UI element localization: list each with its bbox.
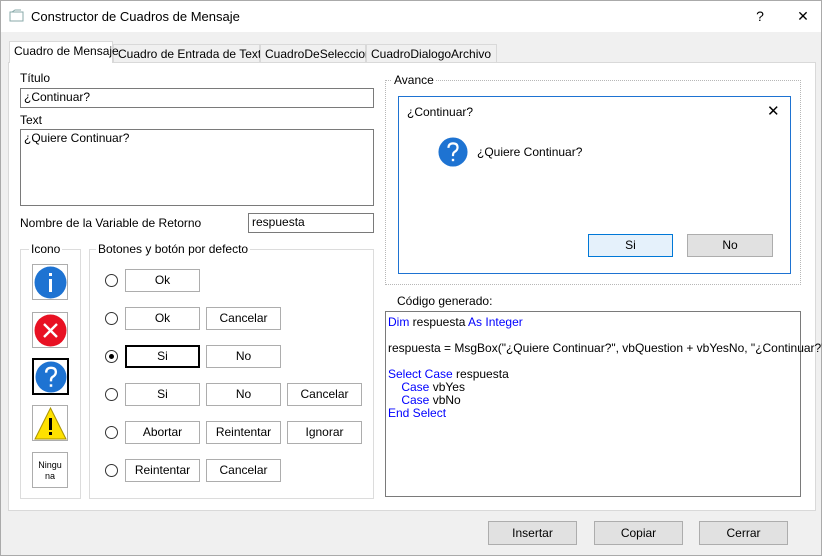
- code-text: vbYes: [429, 380, 465, 394]
- copy-button[interactable]: Copiar: [594, 521, 683, 545]
- title-bar: Constructor de Cuadros de Mensaje ? ✕: [1, 1, 821, 32]
- code-keyword: Case: [401, 393, 430, 407]
- icon-group-title: Icono: [29, 242, 63, 256]
- radio-ok-cancel[interactable]: [105, 312, 118, 325]
- option-button-ignore[interactable]: Ignorar: [287, 421, 362, 444]
- option-button-ok[interactable]: Ok: [125, 269, 200, 292]
- code-line: Case vbNo: [388, 394, 798, 407]
- code-keyword: Dim: [388, 315, 410, 329]
- help-button[interactable]: ?: [740, 1, 780, 32]
- option-button-retry[interactable]: Reintentar: [206, 421, 281, 444]
- return-var-label: Nombre de la Variable de Retorno: [20, 216, 202, 230]
- tab-cuadro-dialogo-archivo[interactable]: CuadroDialogoArchivo: [366, 44, 497, 63]
- tab-cuadro-entrada-texto[interactable]: Cuadro de Entrada de Texto: [113, 44, 268, 63]
- preview-yes-button: Si: [588, 234, 673, 257]
- radio-ok[interactable]: [105, 274, 118, 287]
- code-text: respuesta: [409, 315, 469, 329]
- preview-no-button: No: [687, 234, 773, 257]
- code-line: Dim respuesta As Integer: [388, 316, 798, 329]
- code-text: respuesta = MsgBox("¿Quiere Continuar?",…: [388, 341, 822, 355]
- app-icon: [9, 9, 24, 22]
- exclamation-icon: [34, 407, 67, 440]
- radio-retry-cancel[interactable]: [105, 464, 118, 477]
- code-line: respuesta = MsgBox("¿Quiere Continuar?",…: [388, 342, 822, 355]
- option-button-no[interactable]: No: [206, 345, 281, 368]
- radio-yes-no-cancel[interactable]: [105, 388, 118, 401]
- option-button-yes[interactable]: Si: [125, 383, 200, 406]
- option-button-abort[interactable]: Abortar: [125, 421, 200, 444]
- preview-message: ¿Quiere Continuar?: [477, 145, 583, 159]
- option-button-cancel[interactable]: Cancelar: [206, 459, 281, 482]
- critical-icon: [34, 314, 67, 347]
- icon-option-question[interactable]: [32, 358, 69, 395]
- code-line: End Select: [388, 407, 798, 420]
- insert-button[interactable]: Insertar: [488, 521, 577, 545]
- preview-group-title: Avance: [392, 73, 436, 87]
- close-window-button[interactable]: ✕: [783, 1, 822, 32]
- option-button-cancel[interactable]: Cancelar: [287, 383, 362, 406]
- code-keyword: Select Case: [388, 367, 453, 381]
- radio-abort-retry-ignore[interactable]: [105, 426, 118, 439]
- option-button-no[interactable]: No: [206, 383, 281, 406]
- preview-dialog: ¿Continuar? ✕ ¿Quiere Continuar? Si No: [398, 96, 791, 274]
- text-label: Text: [20, 113, 43, 127]
- option-button-yes-default[interactable]: Si: [125, 345, 200, 368]
- question-icon: [35, 361, 67, 393]
- buttons-group-title: Botones y botón por defecto: [96, 242, 251, 256]
- icon-option-exclamation[interactable]: [32, 405, 68, 441]
- code-keyword: As Integer: [468, 315, 523, 329]
- icon-option-information[interactable]: [32, 264, 68, 300]
- close-button[interactable]: Cerrar: [699, 521, 788, 545]
- code-keyword: End Select: [388, 406, 447, 420]
- window-title: Constructor de Cuadros de Mensaje: [31, 9, 240, 24]
- icon-option-none[interactable]: Ningu na: [32, 452, 68, 488]
- text-input[interactable]: ¿Quiere Continuar?: [20, 129, 374, 206]
- main-window: Constructor de Cuadros de Mensaje ? ✕ Cu…: [0, 0, 822, 556]
- preview-close-icon: ✕: [767, 103, 780, 120]
- code-keyword: Case: [401, 380, 430, 394]
- return-var-input[interactable]: respuesta: [248, 213, 374, 233]
- code-text: respuesta: [452, 367, 509, 381]
- title-label: Título: [20, 71, 51, 85]
- title-input[interactable]: ¿Continuar?: [20, 88, 374, 108]
- tab-cuadro-de-seleccion[interactable]: CuadroDeSeleccion: [260, 44, 372, 63]
- generated-code-box[interactable]: Dim respuesta As Integer respuesta = MsgB…: [385, 311, 822, 497]
- preview-question-icon: [438, 137, 468, 167]
- option-button-ok[interactable]: Ok: [125, 307, 200, 330]
- information-icon: [34, 266, 67, 299]
- code-text: vbNo: [429, 393, 461, 407]
- option-button-cancel[interactable]: Cancelar: [206, 307, 281, 330]
- code-label: Código generado:: [397, 294, 493, 308]
- icon-option-critical[interactable]: [32, 312, 68, 348]
- radio-yes-no[interactable]: [105, 350, 118, 363]
- preview-dialog-title: ¿Continuar?: [407, 105, 474, 119]
- tab-cuadro-de-mensaje[interactable]: Cuadro de Mensaje: [9, 41, 119, 63]
- option-button-retry[interactable]: Reintentar: [125, 459, 200, 482]
